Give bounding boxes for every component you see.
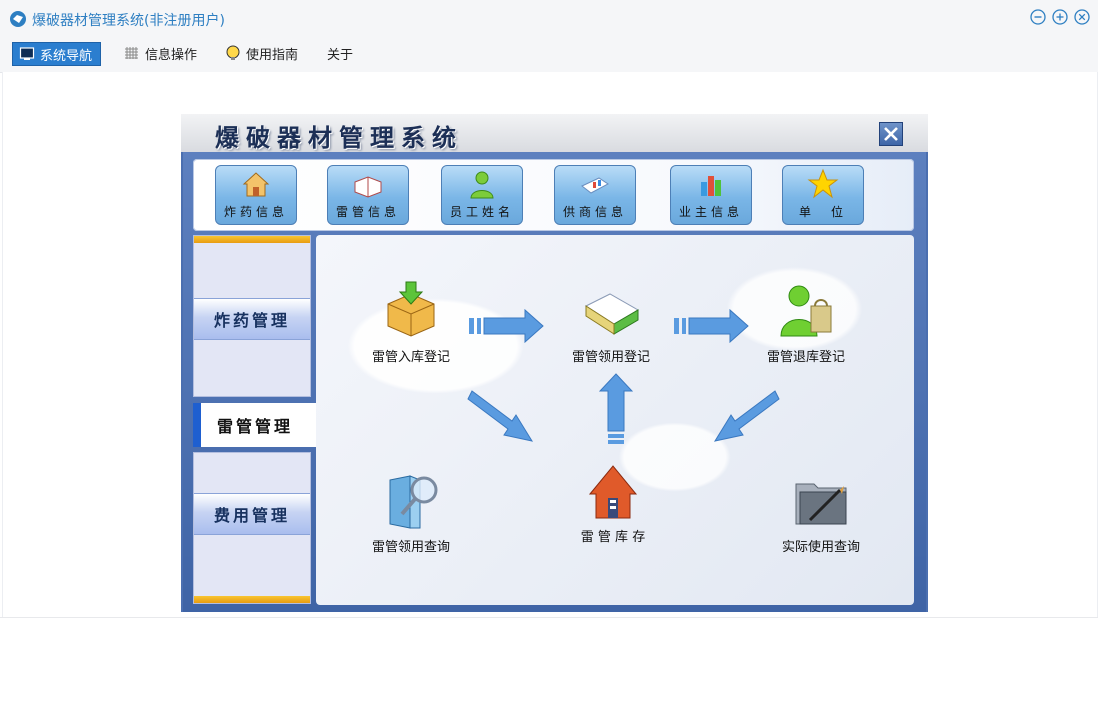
minimize-icon[interactable] [1030, 9, 1046, 25]
toolbar-label: 业主信息 [678, 205, 743, 219]
node-stock[interactable]: 雷 管 库 存 [548, 460, 678, 545]
nav-expense-management[interactable]: 费用管理 [194, 493, 310, 535]
star-icon [807, 168, 839, 199]
house-icon [588, 465, 638, 519]
node-use-query[interactable]: 雷管领用查询 [346, 470, 476, 555]
node-label: 雷管领用登记 [571, 350, 650, 365]
yellow-strip [194, 596, 310, 603]
house-icon [242, 172, 270, 197]
workflow-canvas: 雷管入库登记 雷管领用登记 雷管退库登记 雷管领用查询 雷 管 库 存 实际使用… [316, 235, 914, 605]
title-bar: 爆破器材管理系统(非注册用户) [0, 0, 1098, 38]
menu-label: 关于 [327, 47, 354, 63]
inner-title-bar: 爆破器材管理系统 [181, 114, 928, 152]
side-nav: 炸药管理 雷管管理 费用管理 [193, 235, 317, 605]
toolbar-label: 员工姓名 [449, 205, 514, 219]
node-label: 雷管退库登记 [766, 350, 845, 365]
menu-bar: 系统导航 信息操作 使用指南 关于 [0, 38, 1098, 73]
app-logo-icon [10, 11, 26, 27]
menu-label: 使用指南 [246, 47, 299, 63]
explosive-info-button[interactable]: 炸药信息 [215, 165, 297, 225]
toolbar-panel: 炸药信息 雷管信息 员工姓名 供商信息 业主信息 单 位 [193, 159, 914, 231]
node-label: 雷管入库登记 [371, 350, 450, 365]
menu-about[interactable]: 关于 [327, 42, 353, 64]
node-label: 实际使用查询 [781, 540, 860, 555]
side-nav-upper: 炸药管理 [193, 235, 311, 397]
arrow-down-right-icon [467, 390, 534, 442]
folder-icon [795, 483, 847, 525]
chart-doc-icon [581, 177, 609, 194]
toolbar-label: 雷管信息 [335, 205, 400, 219]
inner-close-button[interactable] [879, 122, 903, 146]
node-in-register[interactable]: 雷管入库登记 [346, 280, 476, 365]
user-bag-icon [780, 285, 832, 337]
unit-button[interactable]: 单 位 [782, 165, 864, 225]
monitor-icon [19, 47, 35, 60]
owner-info-button[interactable]: 业主信息 [670, 165, 752, 225]
bar-chart-icon [701, 176, 721, 196]
inner-frame: 炸药信息 雷管信息 员工姓名 供商信息 业主信息 单 位 炸药管理 雷管管理 费… [183, 152, 926, 612]
book-icon [354, 176, 382, 198]
close-icon[interactable] [1074, 9, 1090, 25]
inner-title: 爆破器材管理系统 [215, 123, 463, 152]
menu-label: 信息操作 [145, 47, 198, 63]
arrow-down-left-icon [713, 390, 780, 442]
node-return-register[interactable]: 雷管退库登记 [741, 280, 871, 365]
user-icon [470, 171, 494, 199]
menu-label: 系统导航 [40, 48, 93, 64]
node-actual-query[interactable]: 实际使用查询 [756, 470, 886, 555]
arrow-right-icon [469, 309, 544, 343]
toolbar-label: 炸药信息 [223, 205, 288, 219]
books-icon [584, 293, 639, 335]
node-label: 雷 管 库 存 [580, 530, 646, 545]
side-nav-lower: 费用管理 [193, 452, 311, 604]
maximize-icon[interactable] [1052, 9, 1068, 25]
window-title: 爆破器材管理系统(非注册用户) [32, 13, 225, 29]
node-label: 雷管领用查询 [371, 540, 450, 555]
yellow-strip [194, 236, 310, 243]
magnifier-folder-icon [389, 475, 438, 529]
grid-icon [125, 47, 138, 59]
detonator-info-button[interactable]: 雷管信息 [327, 165, 409, 225]
arrow-right-icon [674, 309, 749, 343]
embedded-app-window: 爆破器材管理系统 炸药信息 雷管信息 员工姓名 供商信息 业主信息 单 位 炸药… [181, 114, 928, 612]
close-icon [884, 127, 898, 141]
box-icon [387, 281, 435, 337]
employee-name-button[interactable]: 员工姓名 [441, 165, 523, 225]
supplier-info-button[interactable]: 供商信息 [554, 165, 636, 225]
nav-detonator-management[interactable]: 雷管管理 [193, 403, 317, 447]
nav-explosive-management[interactable]: 炸药管理 [194, 298, 310, 340]
node-use-register[interactable]: 雷管领用登记 [546, 280, 676, 365]
menu-system-nav[interactable]: 系统导航 [12, 42, 102, 66]
arrow-up-icon [599, 373, 633, 444]
toolbar-label: 供商信息 [562, 205, 627, 219]
bottom-strip [0, 617, 1098, 720]
toolbar-label: 单 位 [798, 205, 847, 219]
menu-info-ops[interactable]: 信息操作 [124, 42, 197, 64]
lightbulb-icon [226, 45, 240, 60]
menu-user-guide[interactable]: 使用指南 [225, 42, 298, 64]
